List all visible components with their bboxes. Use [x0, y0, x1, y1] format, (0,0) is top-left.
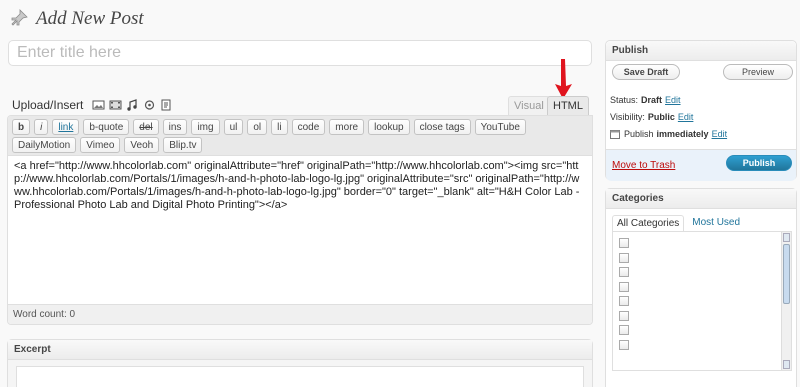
- edit-visibility-link[interactable]: Edit: [678, 112, 694, 122]
- scroll-up-icon[interactable]: [783, 233, 790, 242]
- scroll-down-icon[interactable]: [783, 360, 790, 369]
- preview-button[interactable]: Preview: [723, 64, 793, 80]
- quicktag-blip-tv-button[interactable]: Blip.tv: [163, 137, 203, 153]
- quicktag-ins-button[interactable]: ins: [162, 119, 188, 135]
- media-icon[interactable]: [143, 99, 156, 111]
- publish-actions: Save Draft Preview: [606, 61, 796, 91]
- quicktag-ul-button[interactable]: ul: [223, 119, 244, 135]
- save-draft-button[interactable]: Save Draft: [612, 64, 680, 80]
- quicktag-li-button[interactable]: li: [271, 119, 288, 135]
- category-checkbox[interactable]: [619, 325, 629, 335]
- quicktag-ol-button[interactable]: ol: [247, 119, 268, 135]
- quicktag-b-quote-button[interactable]: b-quote: [83, 119, 130, 135]
- schedule-value: immediately: [656, 128, 709, 139]
- quicktag-link-button[interactable]: link: [52, 119, 80, 135]
- status-row: Status: Draft Edit: [606, 91, 796, 108]
- category-checkbox[interactable]: [619, 339, 629, 350]
- category-checklist: [612, 231, 792, 371]
- quicktag-youtube-button[interactable]: YouTube: [474, 119, 526, 135]
- publish-button[interactable]: Publish: [726, 155, 792, 171]
- categories-box: Categories All Categories Most Used: [605, 188, 797, 387]
- category-checkbox[interactable]: [619, 310, 629, 321]
- editor-textarea[interactable]: <a href="http://www.hhcolorlab.com" orig…: [8, 156, 592, 306]
- excerpt-textarea[interactable]: [16, 366, 584, 387]
- word-count: Word count: 0: [8, 304, 592, 324]
- publish-header: Publish: [606, 41, 796, 61]
- quicktag-del-button[interactable]: del: [133, 119, 159, 135]
- category-checkbox[interactable]: [619, 296, 629, 306]
- quicktag-lookup-button[interactable]: lookup: [368, 119, 410, 135]
- status-label: Status:: [610, 94, 639, 105]
- post-title-input[interactable]: [8, 40, 592, 66]
- quicktag-code-button[interactable]: code: [291, 119, 326, 135]
- pushpin-icon: [11, 9, 28, 26]
- scroll-thumb[interactable]: [783, 244, 790, 304]
- quicktag-veoh-button[interactable]: Veoh: [124, 137, 160, 153]
- categories-header: Categories: [606, 189, 796, 209]
- category-scrollbar[interactable]: [781, 232, 791, 370]
- upload-insert-bar: Upload/Insert: [12, 98, 177, 112]
- tab-visual[interactable]: Visual: [508, 96, 550, 115]
- edit-schedule-link[interactable]: Edit: [712, 129, 728, 139]
- excerpt-header: Excerpt: [8, 340, 592, 360]
- move-to-trash-link[interactable]: Move to Trash: [612, 160, 675, 171]
- video-icon[interactable]: [109, 99, 122, 111]
- visibility-label: Visibility:: [610, 111, 645, 122]
- excerpt-box: Excerpt: [7, 339, 593, 387]
- category-checkbox[interactable]: [619, 238, 629, 248]
- tab-all-categories[interactable]: All Categories: [612, 215, 685, 231]
- visibility-row: Visibility: Public Edit: [606, 108, 796, 125]
- image-icon[interactable]: [92, 99, 105, 111]
- post-editor: b i link b-quote del ins img ul ol li code more look…: [7, 115, 593, 325]
- visibility-value: Public: [647, 111, 675, 122]
- quicktag-close-tags-button[interactable]: close tags: [413, 119, 471, 135]
- quicktag-b-button[interactable]: b: [12, 119, 31, 135]
- tab-most-used[interactable]: Most Used: [688, 215, 744, 231]
- category-tabs: All Categories Most Used: [612, 215, 744, 231]
- text-icon[interactable]: [160, 99, 173, 111]
- quicktag-dailymotion-button[interactable]: DailyMotion: [12, 137, 77, 153]
- quicktag-img-button[interactable]: img: [191, 119, 220, 135]
- category-checkbox[interactable]: [619, 267, 629, 277]
- page-title-bar: Add New Post: [8, 5, 144, 33]
- publish-box: Publish Save Draft Preview Status: Draft…: [605, 40, 797, 181]
- status-value: Draft: [641, 94, 663, 105]
- upload-insert-label: Upload/Insert: [12, 98, 84, 112]
- annotation-arrow-icon: [555, 59, 572, 99]
- publish-footer: Move to Trash Publish: [606, 149, 796, 181]
- category-checkbox[interactable]: [619, 281, 629, 292]
- audio-icon[interactable]: [126, 99, 139, 111]
- tab-html[interactable]: HTML: [547, 96, 589, 115]
- schedule-label: Publish: [624, 128, 654, 139]
- page-title: Add New Post: [36, 8, 144, 29]
- edit-status-link[interactable]: Edit: [665, 95, 681, 105]
- category-checkbox[interactable]: [619, 252, 629, 263]
- quicktag-more-button[interactable]: more: [329, 119, 365, 135]
- quicktags-toolbar: b i link b-quote del ins img ul ol li code more look…: [8, 116, 592, 156]
- calendar-icon: [610, 129, 620, 139]
- schedule-row: Publish immediately Edit: [606, 125, 796, 142]
- quicktag-vimeo-button[interactable]: Vimeo: [80, 137, 121, 153]
- quicktag-i-button[interactable]: i: [34, 119, 49, 135]
